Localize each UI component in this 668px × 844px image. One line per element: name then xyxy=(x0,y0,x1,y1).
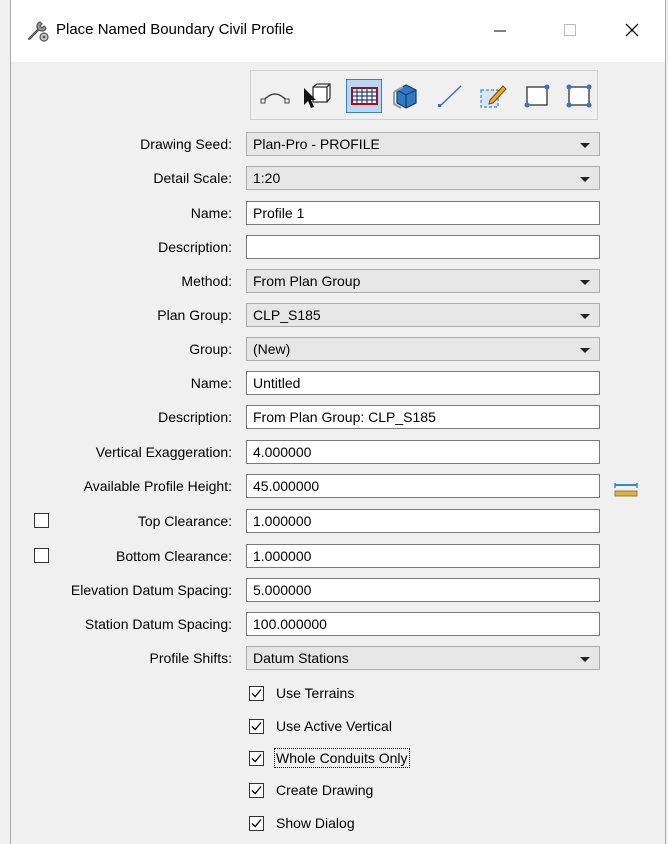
plan-group-dropdown[interactable]: CLP_S185 xyxy=(246,303,600,327)
rectangle-four-point-icon xyxy=(566,84,592,108)
group-name-label: Name: xyxy=(190,375,232,391)
create-drawing-label[interactable]: Create Drawing xyxy=(276,782,373,798)
profile-shifts-label: Profile Shifts: xyxy=(149,650,232,666)
profile-shifts-value: Datum Stations xyxy=(253,650,349,666)
select-element-tool[interactable] xyxy=(298,79,334,113)
plan-group-label: Plan Group: xyxy=(157,307,232,323)
pencil-tool[interactable] xyxy=(475,79,511,113)
wrench-gear-icon xyxy=(25,18,51,44)
checkmark-icon xyxy=(251,689,262,698)
profile-grid-icon xyxy=(351,87,378,105)
create-drawing-checkbox[interactable] xyxy=(249,783,264,798)
bottom-clearance-label: Bottom Clearance: xyxy=(116,548,232,564)
show-dialog-checkbox[interactable] xyxy=(249,816,264,831)
use-terrains-checkbox[interactable] xyxy=(249,686,264,701)
two-point-tool[interactable] xyxy=(519,79,555,113)
bottom-clearance-field[interactable]: 1.000000 xyxy=(246,544,600,568)
maximize-button[interactable] xyxy=(547,10,593,50)
profile-shifts-dropdown[interactable]: Datum Stations xyxy=(246,646,600,670)
show-dialog-label[interactable]: Show Dialog xyxy=(276,815,355,831)
station-datum-spacing-label: Station Datum Spacing: xyxy=(84,616,232,632)
vertical-exaggeration-label: Vertical Exaggeration: xyxy=(95,444,232,460)
checkmark-icon xyxy=(251,722,262,731)
chevron-down-icon xyxy=(580,348,590,353)
method-value: From Plan Group xyxy=(253,273,361,289)
chevron-down-icon xyxy=(580,280,590,285)
method-toolbar xyxy=(250,70,598,120)
group-description-label: Description: xyxy=(158,409,232,425)
drawing-seed-value: Plan-Pro - PROFILE xyxy=(253,136,380,152)
close-icon xyxy=(625,23,639,37)
station-datum-spacing-field[interactable]: 100.000000 xyxy=(246,612,600,636)
top-clearance-label: Top Clearance: xyxy=(137,513,232,529)
top-clearance-field[interactable]: 1.000000 xyxy=(246,509,600,533)
group-value: (New) xyxy=(253,341,291,357)
detail-scale-dropdown[interactable]: 1:20 xyxy=(246,166,600,190)
dialog-window: Place Named Boundary Civil Profile Drawi… xyxy=(10,0,666,844)
title-bar: Place Named Boundary Civil Profile xyxy=(11,0,665,62)
chevron-down-icon xyxy=(580,177,590,182)
cube-section-icon xyxy=(393,84,417,109)
shape-tool[interactable] xyxy=(561,79,597,113)
whole-conduits-only-checkbox[interactable] xyxy=(249,751,264,766)
arrow-cube-icon xyxy=(304,83,331,108)
description-label: Description: xyxy=(158,239,232,255)
line-tool[interactable] xyxy=(432,79,468,113)
use-active-vertical-checkbox[interactable] xyxy=(249,719,264,734)
checkmark-icon xyxy=(251,754,262,763)
whole-conduits-only-label[interactable]: Whole Conduits Only xyxy=(274,748,410,768)
pencil-box-icon xyxy=(480,85,507,108)
close-button[interactable] xyxy=(609,10,655,50)
available-profile-height-field[interactable]: 45.000000 xyxy=(246,474,600,498)
rectangle-two-point-icon xyxy=(524,84,550,108)
group-name-field[interactable]: Untitled xyxy=(246,371,600,395)
method-label: Method: xyxy=(181,273,232,289)
group-dropdown[interactable]: (New) xyxy=(246,337,600,361)
ruler-icon xyxy=(614,483,638,497)
use-terrains-label[interactable]: Use Terrains xyxy=(276,685,354,701)
plan-group-value: CLP_S185 xyxy=(253,307,321,323)
drawing-seed-label: Drawing Seed: xyxy=(140,136,232,152)
description-field[interactable] xyxy=(246,235,600,259)
civil-plan-tool[interactable] xyxy=(257,79,293,113)
drawing-seed-dropdown[interactable]: Plan-Pro - PROFILE xyxy=(246,132,600,156)
civil-profile-tool[interactable] xyxy=(346,79,382,113)
minimize-button[interactable] xyxy=(477,10,523,50)
checkmark-icon xyxy=(251,786,262,795)
minimize-icon xyxy=(494,30,506,32)
measure-ruler-button[interactable] xyxy=(614,483,638,497)
window-title: Place Named Boundary Civil Profile xyxy=(56,21,294,38)
name-field[interactable]: Profile 1 xyxy=(246,201,600,225)
elevation-datum-spacing-field[interactable]: 5.000000 xyxy=(246,578,600,602)
elevation-datum-spacing-label: Elevation Datum Spacing: xyxy=(70,582,232,598)
arc-curve-icon xyxy=(260,93,290,104)
bottom-clearance-checkbox[interactable] xyxy=(34,548,49,563)
name-label: Name: xyxy=(190,205,232,221)
use-active-vertical-label[interactable]: Use Active Vertical xyxy=(276,718,392,734)
vertical-exaggeration-field[interactable]: 4.000000 xyxy=(246,440,600,464)
line-icon xyxy=(438,85,462,107)
top-clearance-checkbox[interactable] xyxy=(34,513,49,528)
group-description-field[interactable]: From Plan Group: CLP_S185 xyxy=(246,405,600,429)
detail-scale-value: 1:20 xyxy=(253,170,281,186)
group-label: Group: xyxy=(189,341,232,357)
cross-section-tool[interactable] xyxy=(388,79,424,113)
maximize-icon xyxy=(564,24,576,36)
available-profile-height-label: Available Profile Height: xyxy=(83,478,232,494)
chevron-down-icon xyxy=(580,314,590,319)
checkmark-icon xyxy=(251,819,262,828)
chevron-down-icon xyxy=(580,143,590,148)
method-dropdown[interactable]: From Plan Group xyxy=(246,269,600,293)
chevron-down-icon xyxy=(580,657,590,662)
detail-scale-label: Detail Scale: xyxy=(153,170,232,186)
